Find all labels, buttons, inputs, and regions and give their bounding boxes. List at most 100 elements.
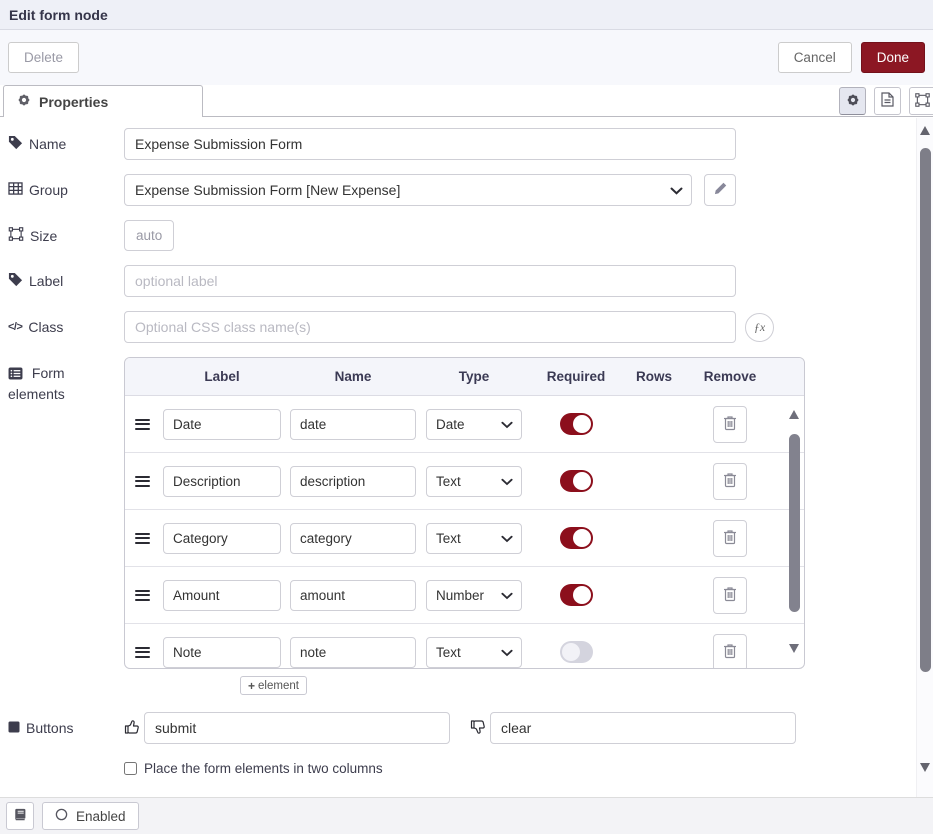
required-toggle[interactable] <box>560 527 593 549</box>
element-type-select[interactable]: Text <box>426 466 522 497</box>
class-input[interactable] <box>124 311 736 343</box>
appearance-tool-button[interactable] <box>909 87 933 115</box>
description-tool-button[interactable] <box>874 87 901 115</box>
col-header-name: Name <box>285 369 421 384</box>
thumbs-down-icon <box>470 719 486 738</box>
class-row: </> Class ƒx <box>8 311 933 343</box>
tag-icon <box>8 272 23 290</box>
delete-button[interactable]: Delete <box>8 42 79 73</box>
scrollbar-thumb[interactable] <box>920 148 931 672</box>
submit-button-field[interactable] <box>144 712 450 744</box>
size-button[interactable]: auto <box>124 220 174 251</box>
tag-icon <box>8 135 23 153</box>
scrollbar-thumb[interactable] <box>789 434 800 612</box>
panel-scrollbar[interactable] <box>916 118 933 797</box>
col-header-rows: Rows <box>625 369 683 384</box>
trash-icon <box>723 472 737 491</box>
group-select[interactable]: Expense Submission Form [New Expense] <box>124 174 692 206</box>
col-header-label: Label <box>159 369 285 384</box>
form-elements-label: Form elements <box>8 357 124 404</box>
trash-icon <box>723 415 737 434</box>
table-icon <box>8 182 23 198</box>
element-name-input[interactable] <box>290 466 416 497</box>
element-name-input[interactable] <box>290 409 416 440</box>
remove-element-button[interactable] <box>713 406 747 443</box>
show-help-button[interactable] <box>6 802 34 830</box>
edit-group-button[interactable] <box>704 174 736 206</box>
drag-handle-icon[interactable] <box>135 647 150 658</box>
element-name-input[interactable] <box>290 523 416 554</box>
remove-element-button[interactable] <box>713 463 747 500</box>
square-icon <box>8 720 20 736</box>
object-group-icon <box>8 227 24 244</box>
group-row: Group Expense Submission Form [New Expen… <box>8 174 933 206</box>
add-element-button[interactable]: +element <box>240 676 307 695</box>
element-row: Text <box>125 510 804 567</box>
tab-properties[interactable]: Properties <box>3 85 203 117</box>
appearance-icon <box>915 93 930 110</box>
drag-handle-icon[interactable] <box>135 590 150 601</box>
edit-form-node-dialog: Edit form node Delete Cancel Done Proper… <box>0 0 933 834</box>
trash-icon <box>723 529 737 548</box>
element-type-select[interactable]: Text <box>426 637 522 668</box>
name-input[interactable] <box>124 128 736 160</box>
enabled-label: Enabled <box>76 809 126 824</box>
fx-icon[interactable]: ƒx <box>745 313 774 342</box>
scroll-down-icon[interactable] <box>789 644 799 653</box>
col-header-type: Type <box>421 369 527 384</box>
buttons-label: Buttons <box>8 720 124 736</box>
col-header-required: Required <box>527 369 625 384</box>
tab-tools <box>839 87 933 115</box>
two-columns-label: Place the form elements in two columns <box>144 761 383 776</box>
size-row: Size auto <box>8 220 933 251</box>
element-type-select[interactable]: Date <box>426 409 522 440</box>
element-name-input[interactable] <box>290 580 416 611</box>
element-label-input[interactable] <box>163 409 281 440</box>
gear-icon <box>17 93 31 110</box>
thumbs-up-icon <box>124 719 140 738</box>
drag-handle-icon[interactable] <box>135 533 150 544</box>
done-button[interactable]: Done <box>861 42 925 73</box>
required-toggle[interactable] <box>560 584 593 606</box>
dialog-title-bar: Edit form node <box>0 0 933 30</box>
element-row: Number <box>125 567 804 624</box>
two-columns-checkbox[interactable] <box>124 762 137 775</box>
book-icon <box>13 808 27 824</box>
label-label: Label <box>8 272 124 290</box>
scroll-up-icon[interactable] <box>920 126 930 135</box>
required-toggle[interactable] <box>560 470 593 492</box>
clear-button-field[interactable] <box>490 712 796 744</box>
scroll-down-icon[interactable] <box>920 763 930 772</box>
scroll-up-icon[interactable] <box>789 410 799 419</box>
remove-element-button[interactable] <box>713 577 747 614</box>
node-enabled-button[interactable]: Enabled <box>42 802 139 830</box>
label-row: Label <box>8 265 933 297</box>
remove-element-button[interactable] <box>713 634 747 669</box>
element-row: Text <box>125 453 804 510</box>
element-label-input[interactable] <box>163 637 281 668</box>
document-icon <box>881 92 894 110</box>
element-type-select[interactable]: Text <box>426 523 522 554</box>
dialog-button-bar: Delete Cancel Done <box>0 30 933 85</box>
required-toggle[interactable] <box>560 641 593 663</box>
element-label-input[interactable] <box>163 523 281 554</box>
elements-scrollbar[interactable] <box>787 396 802 668</box>
elements-table-body: Date <box>125 396 804 668</box>
group-select-wrap: Expense Submission Form [New Expense] <box>124 174 692 206</box>
required-toggle[interactable] <box>560 413 593 435</box>
size-label: Size <box>8 227 124 244</box>
properties-tool-button[interactable] <box>839 87 866 115</box>
element-type-select[interactable]: Number <box>426 580 522 611</box>
element-label-input[interactable] <box>163 580 281 611</box>
properties-panel: Name Group Expense Submission Form [New … <box>0 117 933 797</box>
label-input[interactable] <box>124 265 736 297</box>
remove-element-button[interactable] <box>713 520 747 557</box>
pencil-icon <box>714 182 727 198</box>
element-label-input[interactable] <box>163 466 281 497</box>
cancel-button[interactable]: Cancel <box>778 42 852 73</box>
footer-bar: Enabled <box>0 797 933 834</box>
drag-handle-icon[interactable] <box>135 476 150 487</box>
element-name-input[interactable] <box>290 637 416 668</box>
drag-handle-icon[interactable] <box>135 419 150 430</box>
element-row: Date <box>125 396 804 453</box>
